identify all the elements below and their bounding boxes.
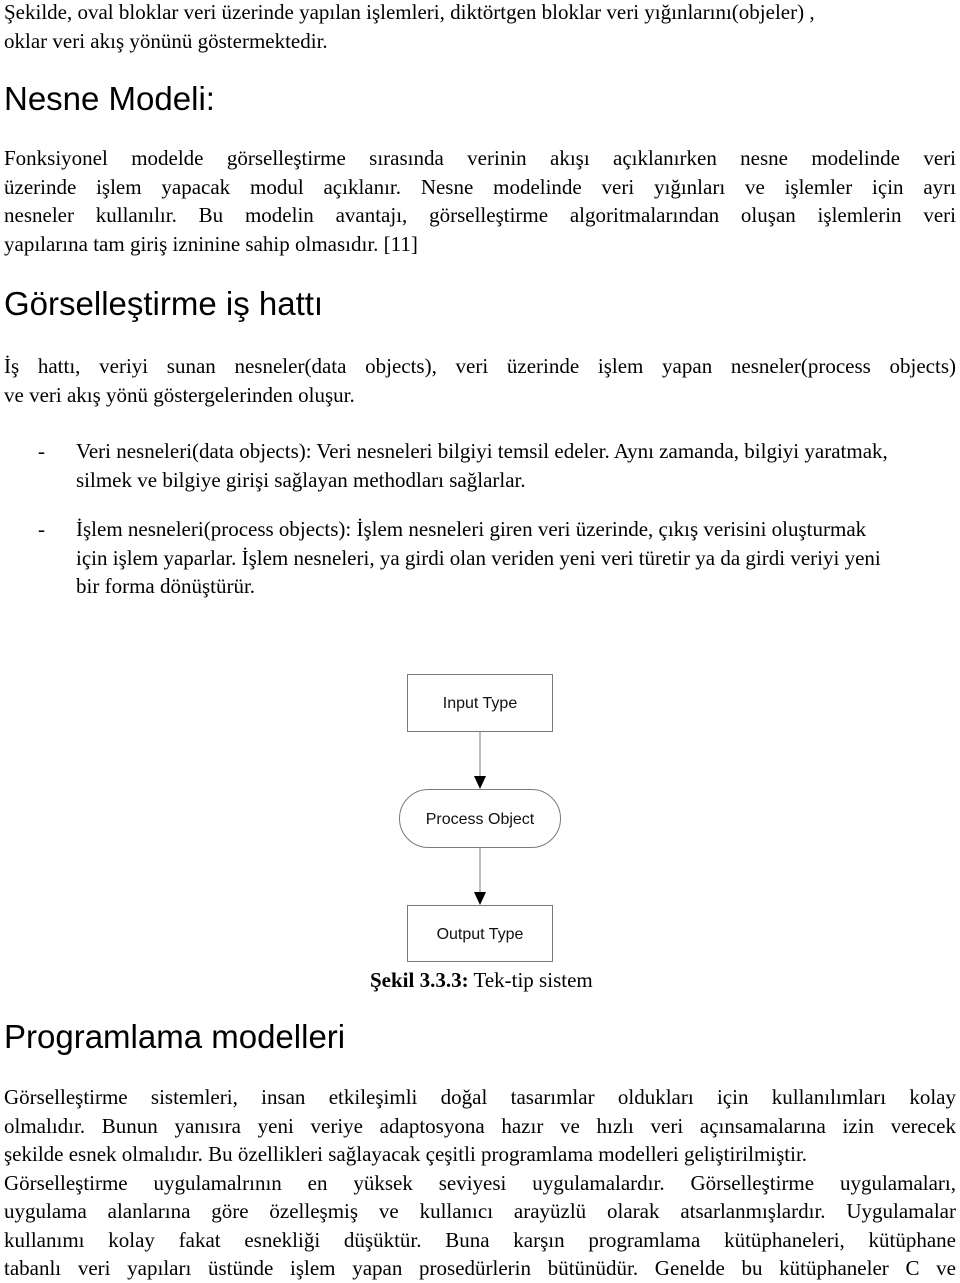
text-line: bir forma dönüştürür. — [76, 574, 256, 598]
figure-caption-text: Tek-tip sistem — [468, 968, 593, 992]
text-line: İş hattı, veriyi sunan nesneler(data obj… — [4, 354, 956, 378]
text-line: üzerinde işlem yapacak modul açıklanır. … — [4, 174, 956, 199]
text-line: Şekilde, oval bloklar veri üzerinde yapı… — [4, 0, 815, 24]
text-line: yapılarına tam giriş izninine sahip olma… — [4, 231, 418, 256]
process-object-label: Process Object — [426, 811, 535, 828]
text-line: İşlem nesneleri(process objects): İşlem … — [76, 517, 867, 541]
text-line: Veri nesneleri(data objects): Veri nesne… — [76, 439, 888, 463]
figure-caption-label: Şekil 3.3.3: — [370, 968, 469, 992]
text-line: nesneler kullanılır. Bu modelin avantajı… — [4, 203, 956, 227]
object-model-paragraph: Fonksiyonel modelde görselleştirme sıras… — [4, 144, 956, 258]
text-line: silmek ve bilgiye girişi sağlayan method… — [76, 467, 526, 492]
section-heading-object-model: Nesne Modeli: — [4, 80, 215, 117]
node-input-type: Input Type — [407, 674, 553, 732]
output-type-label: Output Type — [437, 926, 524, 943]
arrowhead-icon — [474, 776, 486, 789]
text-line: şekilde esnek olmalıdır. Bu özellikleri … — [4, 1142, 808, 1166]
text-line: tabanlı veri yapıları üstünde işlem yapa… — [4, 1256, 956, 1280]
text-line: oklar veri akış yönünü göstermektedir. — [4, 28, 328, 53]
text-line: ve veri akış yönü göstergelerinden oluşu… — [4, 382, 355, 407]
section-heading-programming-models: Programlama modelleri — [4, 1018, 346, 1055]
node-output-type: Output Type — [407, 905, 553, 962]
list-bullet: - — [38, 517, 45, 541]
text-line: kullanımı kolay fakat esnekliği düşüktür… — [4, 1227, 956, 1252]
text-line: Görselleştirme sistemleri, insan etkileş… — [4, 1085, 956, 1109]
list-bullet: - — [38, 439, 45, 463]
text-line: Görselleştirme uygulamalrının en yüksek … — [4, 1170, 956, 1195]
pipeline-paragraph: İş hattı, veriyi sunan nesneler(data obj… — [4, 352, 956, 409]
node-process-object: Process Object — [399, 789, 561, 848]
figure-caption: Şekil 3.3.3: Tek-tip sistem — [370, 966, 593, 995]
text-line: Fonksiyonel modelde görselleştirme sıras… — [4, 146, 956, 170]
text-line: olmalıdır. Bunun yanısıra yeni veriye ad… — [4, 1113, 956, 1138]
input-type-label: Input Type — [443, 695, 518, 712]
text-line: için işlem yaparlar. İşlem nesneleri, ya… — [76, 545, 881, 570]
programming-models-paragraph: Görselleştirme sistemleri, insan etkileş… — [4, 1083, 956, 1283]
section-heading-pipeline: Görselleştirme iş hattı — [4, 285, 324, 322]
text-line: uygulama alanlarına göre özelleşmiş ve k… — [4, 1199, 956, 1223]
arrowhead-icon — [474, 892, 486, 905]
intro-paragraph: Şekilde, oval bloklar veri üzerinde yapı… — [4, 0, 956, 55]
